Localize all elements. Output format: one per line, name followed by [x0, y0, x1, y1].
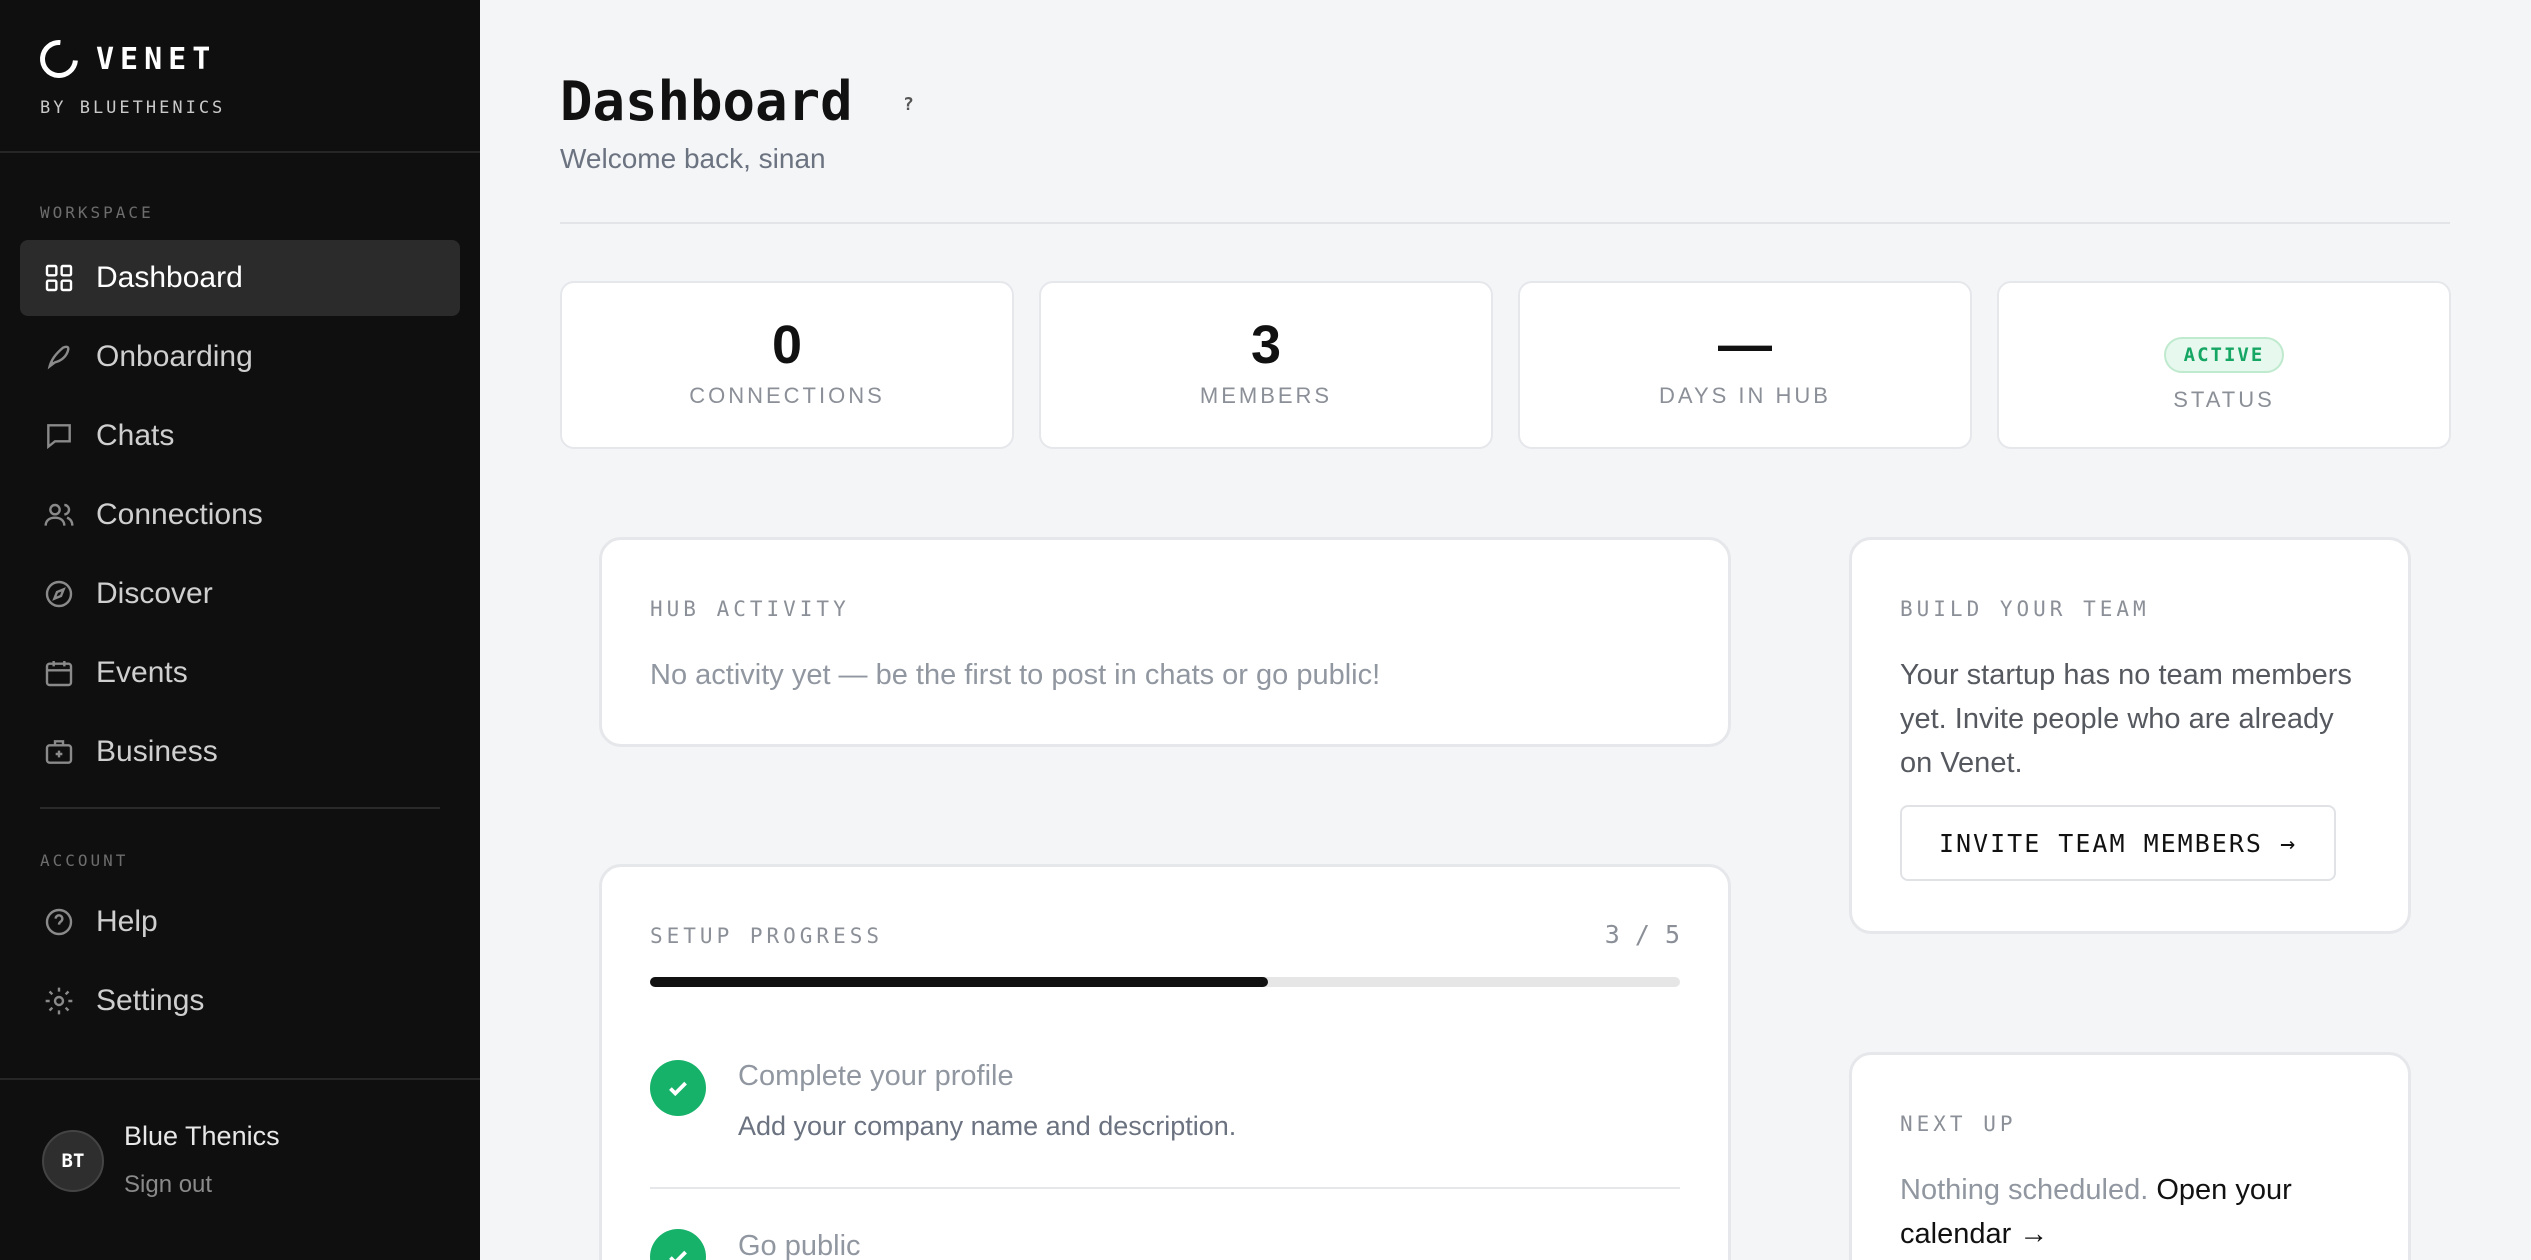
hub-activity-label: HUB ACTIVITY: [650, 597, 850, 621]
sidebar-item-settings[interactable]: Settings: [20, 963, 460, 1039]
step-complete-check-icon: [650, 1060, 706, 1116]
setup-progress-count: 3 / 5: [1604, 920, 1680, 949]
sidebar-item-events[interactable]: Events: [20, 635, 460, 711]
next-up-text: Nothing scheduled. Open your calendar →: [1900, 1168, 2370, 1256]
workspace-section-label: WORKSPACE: [40, 203, 154, 222]
help-circle-icon: [42, 905, 76, 939]
sidebar-item-discover[interactable]: Discover: [20, 556, 460, 632]
status-badge: ACTIVE: [2163, 337, 2285, 373]
setup-progress-card: SETUP PROGRESS 3 / 5 Complete your profi…: [599, 864, 1731, 1260]
sidebar-item-business[interactable]: Business: [20, 714, 460, 790]
account-nav: Help Settings: [20, 884, 460, 1042]
setup-progress-bar: [650, 977, 1680, 987]
stat-label: CONNECTIONS: [689, 383, 885, 408]
brand-name: VENET: [96, 41, 217, 77]
avatar[interactable]: BT: [42, 1130, 104, 1192]
stat-value: —: [1718, 315, 1772, 375]
sidebar-item-dashboard[interactable]: Dashboard: [20, 240, 460, 316]
calendar-icon: [42, 656, 76, 690]
rocket-icon: [42, 340, 76, 374]
sidebar-item-label: Onboarding: [96, 340, 253, 373]
step-divider: [650, 1187, 1680, 1189]
sidebar-item-label: Business: [96, 735, 218, 768]
sidebar-item-onboarding[interactable]: Onboarding: [20, 319, 460, 395]
account-section-label: ACCOUNT: [40, 851, 129, 870]
stat-label: DAYS IN HUB: [1659, 383, 1831, 408]
sidebar-item-label: Discover: [96, 577, 213, 610]
sidebar-item-label: Events: [96, 656, 188, 689]
gear-icon: [42, 984, 76, 1018]
sidebar-item-chats[interactable]: Chats: [20, 398, 460, 474]
welcome-message: Welcome back, sinan: [560, 143, 826, 174]
compass-icon: [42, 577, 76, 611]
hub-activity-empty-text: No activity yet — be the first to post i…: [650, 659, 1381, 691]
stat-value: 0: [771, 315, 803, 375]
build-team-text: Your startup has no team members yet. In…: [1900, 659, 2352, 779]
build-team-label: BUILD YOUR TEAM: [1900, 597, 2150, 621]
page-title: Dashboard: [560, 70, 853, 133]
setup-progress-fill: [650, 977, 1268, 987]
grid-icon: [42, 261, 76, 295]
venet-logo-icon: [32, 32, 86, 86]
sidebar-item-label: Connections: [96, 498, 263, 531]
stat-card-status: ACTIVE STATUS: [1997, 281, 2451, 449]
brand-subtitle: BY BLUETHENICS: [40, 98, 226, 118]
sidebar: VENET BY BLUETHENICS WORKSPACE Dashboard…: [0, 0, 480, 1260]
sidebar-item-connections[interactable]: Connections: [20, 477, 460, 553]
step-title-complete-profile[interactable]: Complete your profile: [738, 1060, 1014, 1093]
user-name: Blue Thenics: [124, 1121, 280, 1151]
sidebar-item-label: Dashboard: [96, 261, 243, 294]
build-team-card: BUILD YOUR TEAM Your startup has no team…: [1849, 537, 2411, 934]
sidebar-item-label: Help: [96, 905, 158, 938]
stat-card-connections: 0 CONNECTIONS: [560, 281, 1014, 449]
hub-activity-card: HUB ACTIVITY No activity yet — be the fi…: [599, 537, 1731, 747]
invite-team-members-button[interactable]: INVITE TEAM MEMBERS →: [1900, 805, 2336, 881]
stat-card-days-in-hub: — DAYS IN HUB: [1518, 281, 1972, 449]
main-content: Dashboard ? Welcome back, sinan 0 CONNEC…: [480, 0, 2531, 1260]
next-up-card: NEXT UP Nothing scheduled. Open your cal…: [1849, 1052, 2411, 1260]
setup-progress-label: SETUP PROGRESS: [650, 924, 884, 948]
sidebar-item-label: Settings: [96, 984, 205, 1017]
stat-label: STATUS: [2173, 387, 2275, 412]
stat-card-members: 3 MEMBERS: [1039, 281, 1493, 449]
chat-bubble-icon: [42, 419, 76, 453]
sidebar-item-help[interactable]: Help: [20, 884, 460, 960]
step-title-go-public[interactable]: Go public: [738, 1230, 861, 1260]
user-profile-area: BT Blue Thenics Sign out: [0, 1078, 480, 1260]
briefcase-icon: [42, 735, 76, 769]
sidebar-divider: [40, 807, 440, 809]
help-tooltip-icon[interactable]: ?: [903, 94, 914, 115]
stat-value: 3: [1250, 315, 1282, 375]
next-up-empty-text: Nothing scheduled.: [1900, 1174, 2149, 1206]
step-desc-complete-profile: Add your company name and description.: [738, 1111, 1237, 1141]
workspace-nav: Dashboard Onboarding Chats Connections D…: [20, 240, 460, 793]
header-divider: [560, 222, 2450, 224]
step-complete-check-icon: [650, 1229, 706, 1260]
brand[interactable]: VENET BY BLUETHENICS: [0, 0, 480, 153]
sign-out-link[interactable]: Sign out: [124, 1171, 212, 1199]
users-icon: [42, 498, 76, 532]
next-up-label: NEXT UP: [1900, 1112, 2017, 1136]
sidebar-item-label: Chats: [96, 419, 175, 452]
stat-label: MEMBERS: [1199, 383, 1333, 408]
